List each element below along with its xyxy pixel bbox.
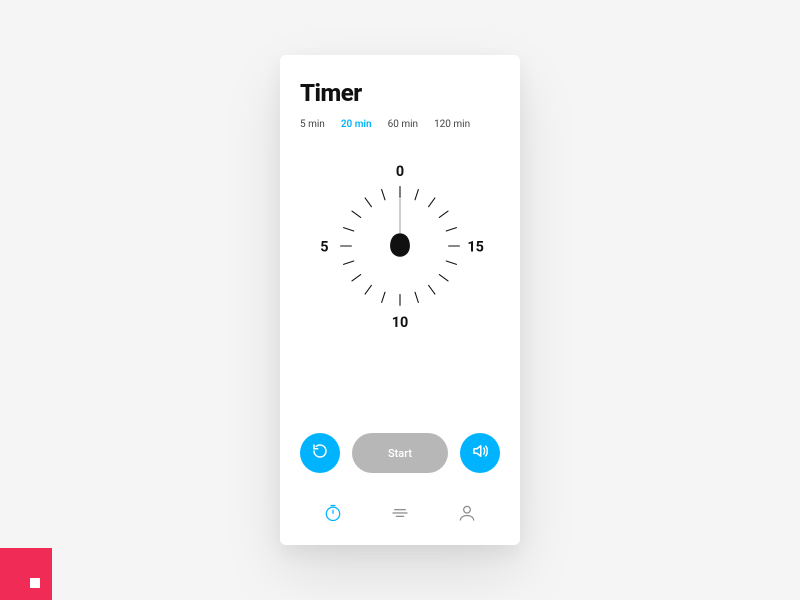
profile-icon bbox=[457, 503, 477, 527]
preset-5min[interactable]: 5 min bbox=[300, 119, 325, 130]
bottom-nav bbox=[300, 491, 500, 529]
dial-label-right: 15 bbox=[467, 239, 484, 256]
dial[interactable]: 0 15 10 5 bbox=[300, 148, 500, 425]
sound-icon bbox=[471, 442, 489, 464]
preset-120min[interactable]: 120 min bbox=[434, 119, 470, 130]
controls-row: Start bbox=[300, 433, 500, 473]
preset-row: 5 min 20 min 60 min 120 min bbox=[300, 119, 500, 130]
preset-60min[interactable]: 60 min bbox=[388, 119, 418, 130]
dial-label-left: 5 bbox=[320, 239, 328, 256]
page-title: Timer bbox=[300, 79, 500, 107]
start-button[interactable]: Start bbox=[352, 433, 448, 473]
dial-label-bottom: 10 bbox=[392, 314, 409, 331]
nav-list[interactable] bbox=[386, 501, 414, 529]
brand-logo bbox=[0, 548, 52, 600]
reset-icon bbox=[311, 442, 329, 464]
list-icon bbox=[390, 503, 410, 527]
reset-button[interactable] bbox=[300, 433, 340, 473]
timer-app: Timer 5 min 20 min 60 min 120 min bbox=[280, 55, 520, 545]
timer-icon bbox=[323, 503, 343, 527]
preset-20min[interactable]: 20 min bbox=[341, 119, 372, 130]
sound-button[interactable] bbox=[460, 433, 500, 473]
nav-profile[interactable] bbox=[453, 501, 481, 529]
dial-label-top: 0 bbox=[396, 163, 404, 180]
nav-timer[interactable] bbox=[319, 501, 347, 529]
